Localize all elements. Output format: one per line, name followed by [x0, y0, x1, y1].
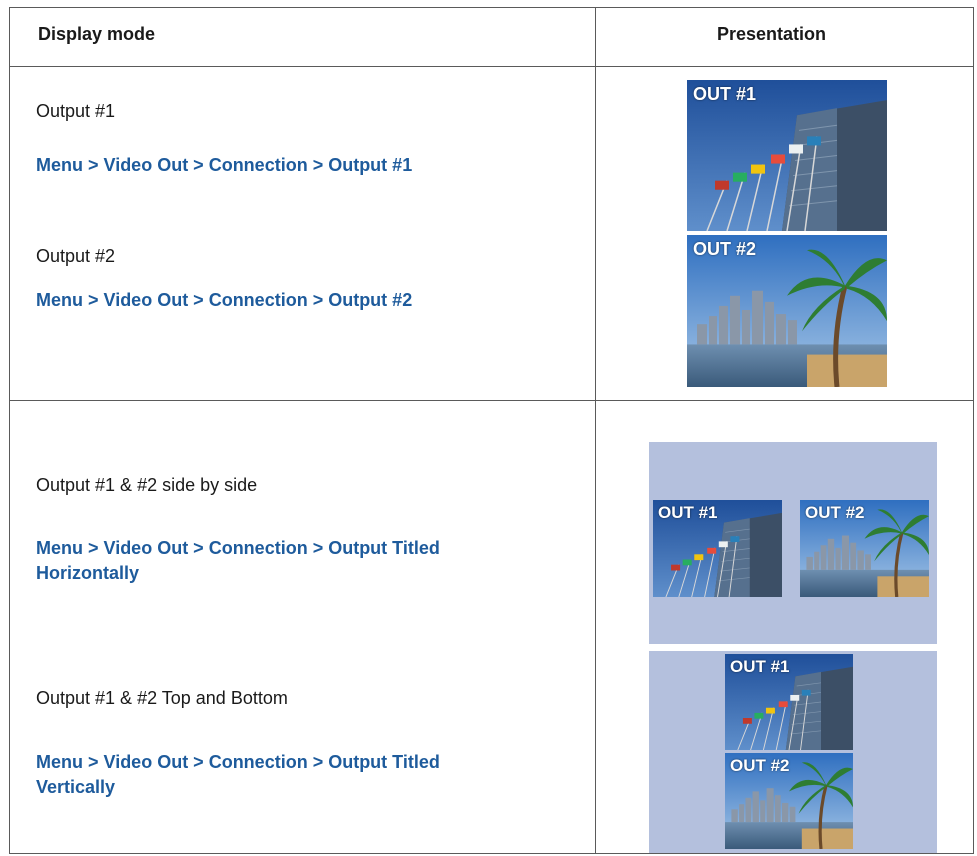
header-presentation: Presentation — [717, 24, 827, 44]
mode-output2-menu-path: Menu > Video Out > Connection > Output #… — [36, 290, 413, 310]
out1-label: OUT #1 — [658, 503, 718, 522]
menu-path-line2: Horizontally — [36, 563, 140, 583]
out2-label: OUT #2 — [730, 756, 790, 775]
output1-preview-image: OUT #1 — [687, 80, 887, 231]
mode-side-by-side-menu-path: Menu > Video Out > Connection > Output T… — [36, 536, 440, 586]
header-display-mode: Display mode — [38, 24, 156, 44]
column-divider — [595, 8, 596, 853]
mode-output1-title: Output #1 — [36, 101, 116, 121]
output2-preview-image: OUT #2 — [687, 235, 887, 387]
top-bottom-out1-image: OUT #1 — [725, 654, 853, 750]
top-bottom-preview-panel: OUT #1 OUT #2 — [649, 651, 937, 853]
menu-path-line2: Vertically — [36, 777, 116, 797]
out2-label: OUT #2 — [805, 503, 865, 522]
menu-path-line1: Menu > Video Out > Connection > Output T… — [36, 538, 440, 558]
side-by-side-out1-image: OUT #1 — [653, 500, 782, 597]
out2-label: OUT #2 — [693, 239, 757, 259]
mode-output1-menu-path: Menu > Video Out > Connection > Output #… — [36, 155, 413, 175]
mode-top-bottom-menu-path: Menu > Video Out > Connection > Output T… — [36, 750, 440, 800]
row-divider — [10, 400, 973, 401]
menu-path-line1: Menu > Video Out > Connection > Output T… — [36, 752, 440, 772]
side-by-side-preview-panel: OUT #1 OUT #2 — [649, 442, 937, 644]
mode-side-by-side-title: Output #1 & #2 side by side — [36, 475, 258, 495]
out1-label: OUT #1 — [693, 84, 757, 104]
display-mode-table: Display mode Presentation Output #1 Menu… — [9, 7, 974, 854]
mode-top-bottom-title: Output #1 & #2 Top and Bottom — [36, 688, 288, 708]
header-divider — [10, 66, 973, 67]
side-by-side-out2-image: OUT #2 — [800, 500, 929, 597]
out1-label: OUT #1 — [730, 657, 790, 676]
top-bottom-out2-image: OUT #2 — [725, 753, 853, 849]
mode-output2-title: Output #2 — [36, 246, 116, 266]
